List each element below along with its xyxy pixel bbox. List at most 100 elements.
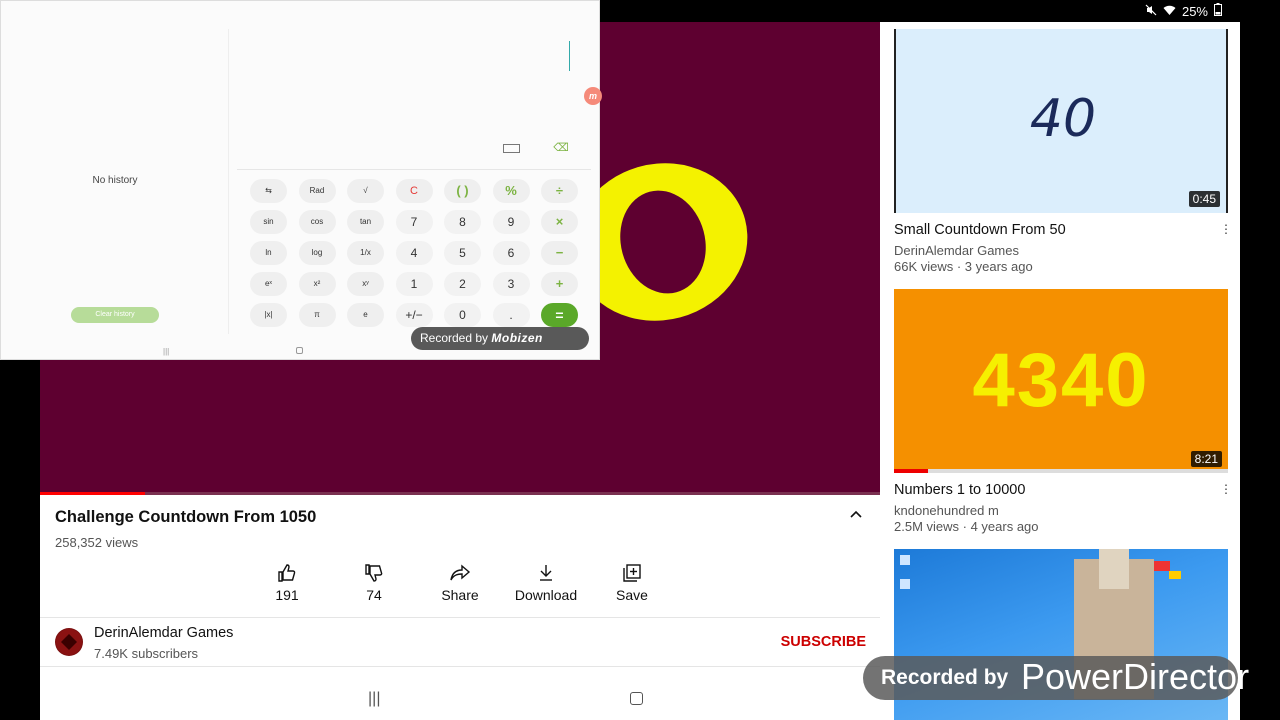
calculator-key[interactable]: +/−	[395, 303, 433, 327]
calculator-key[interactable]: ÷	[541, 179, 578, 203]
minecraft-tower	[1099, 549, 1129, 589]
related-video-card[interactable]: 4340 8:21 Numbers 1 to 10000 ⋮ kndonehun…	[894, 289, 1232, 534]
ruler-icon[interactable]	[503, 144, 520, 153]
mobizen-watermark: Recorded by Mobizen	[411, 327, 589, 350]
add-to-playlist-icon	[623, 564, 641, 582]
calculator-key[interactable]: cos	[298, 210, 336, 234]
video-title[interactable]: Small Countdown From 50	[894, 222, 1066, 238]
video-title[interactable]: Numbers 1 to 10000	[894, 482, 1025, 498]
save-button[interactable]: Save	[587, 559, 677, 603]
calculator-divider	[237, 169, 591, 170]
calculator-key[interactable]: xʸ	[347, 272, 384, 296]
mobizen-watermark-prefix: Recorded by	[420, 331, 489, 345]
calculator-key[interactable]: Rad	[298, 179, 336, 203]
mobizen-badge-icon[interactable]: m	[584, 87, 602, 105]
calculator-key[interactable]: 8	[444, 210, 481, 234]
calculator-key[interactable]: ln	[250, 241, 287, 265]
calculator-key[interactable]: x²	[298, 272, 336, 296]
video-thumbnail[interactable]: 40 0:45	[894, 29, 1228, 213]
chevron-up-icon[interactable]	[850, 507, 862, 521]
calculator-key[interactable]: 7	[395, 210, 433, 234]
related-videos: 40 0:45 Small Countdown From 50 ⋮ DerinA…	[880, 22, 1240, 720]
calculator-window: No history Clear history m ⌫ ⇆ Rad √ C ( )% ÷…	[0, 0, 602, 360]
more-options-icon[interactable]: ⋮	[1220, 222, 1232, 236]
calculator-key[interactable]: π	[298, 303, 336, 327]
wifi-icon	[1163, 4, 1176, 19]
calculator-key[interactable]: 4	[395, 241, 433, 265]
calculator-key[interactable]: |x|	[250, 303, 287, 327]
home-icon[interactable]	[296, 347, 303, 354]
video-channel: DerinAlemdar Games	[894, 243, 1019, 258]
powerdirector-watermark: Recorded by PowerDirector	[863, 656, 1249, 700]
battery-percent: 25%	[1181, 3, 1208, 19]
desktop-icon	[900, 555, 910, 565]
calculator-display-cursor	[569, 41, 570, 71]
video-meta: 2.5M views · 4 years ago	[894, 519, 1039, 534]
backspace-icon[interactable]: ⌫	[552, 143, 570, 154]
thumbnail-text: 40	[1029, 89, 1097, 149]
subscribe-button[interactable]: SUBSCRIBE	[781, 634, 866, 650]
calculator-key[interactable]: ( )	[444, 179, 481, 203]
related-video-card[interactable]: 40 0:45 Small Countdown From 50 ⋮ DerinA…	[894, 29, 1232, 274]
calculator-key[interactable]: 1	[395, 272, 433, 296]
calculator-key[interactable]: 3	[492, 272, 530, 296]
video-duration: 0:45	[1188, 191, 1220, 207]
calculator-key[interactable]: ⇆	[250, 179, 287, 203]
channel-avatar[interactable]	[55, 628, 83, 656]
calculator-key[interactable]: 1/x	[347, 241, 384, 265]
calculator-key[interactable]: 6	[492, 241, 530, 265]
video-actions: 191 74 Share Download Save	[240, 559, 680, 609]
video-meta: 66K views · 3 years ago	[894, 259, 1033, 274]
calculator-key[interactable]: eˣ	[250, 272, 287, 296]
mute-icon	[1145, 4, 1157, 19]
minecraft-flag	[1154, 561, 1170, 571]
calculator-key[interactable]: ×	[541, 210, 578, 234]
calculator-key[interactable]: 2	[444, 272, 481, 296]
calculator-key[interactable]: sin	[250, 210, 287, 234]
clear-history-button[interactable]: Clear history	[71, 307, 159, 323]
share-icon	[450, 564, 471, 581]
calculator-key[interactable]: C	[395, 179, 433, 203]
channel-name[interactable]: DerinAlemdar Games	[94, 625, 233, 641]
more-options-icon[interactable]: ⋮	[1220, 482, 1232, 496]
thumbnail-text: 4340	[972, 338, 1150, 423]
share-button[interactable]: Share	[415, 559, 505, 603]
minecraft-flag	[1169, 571, 1181, 579]
watched-progress	[894, 469, 1228, 473]
share-label: Share	[441, 587, 479, 603]
video-views: 258,352 views	[55, 535, 139, 550]
calculator-key[interactable]: log	[298, 241, 336, 265]
calculator-key[interactable]: e	[347, 303, 384, 327]
calculator-key[interactable]: .	[492, 303, 530, 327]
download-icon	[540, 565, 552, 581]
home-icon[interactable]	[630, 692, 643, 705]
system-nav-bar: |||	[40, 685, 880, 720]
recent-apps-icon[interactable]: |||	[368, 690, 380, 708]
divider	[40, 666, 880, 667]
calculator-key[interactable]: 9	[492, 210, 530, 234]
calculator-keypad: ⇆ Rad √ C ( )% ÷ sin cos tan 7 8 9 × ln log 1/x 4 5 6− eˣ x²…	[250, 179, 588, 327]
desktop-icon	[900, 579, 910, 589]
save-label: Save	[616, 587, 648, 603]
download-label: Download	[514, 587, 578, 603]
video-title: Challenge Countdown From 1050	[55, 508, 317, 526]
calculator-key[interactable]: −	[541, 241, 578, 265]
calculator-history-panel: No history	[1, 29, 229, 334]
calculator-key[interactable]: %	[492, 179, 530, 203]
like-button[interactable]: 191	[242, 559, 332, 603]
video-thumbnail[interactable]: 4340 8:21	[894, 289, 1228, 473]
battery-icon	[1214, 3, 1222, 19]
no-history-text: No history	[92, 175, 138, 186]
calculator-key[interactable]: 5	[444, 241, 481, 265]
calculator-key[interactable]: +	[541, 272, 578, 296]
like-count: 191	[275, 587, 299, 603]
calculator-key[interactable]: √	[347, 179, 384, 203]
dislike-count: 74	[366, 587, 382, 603]
mobizen-watermark-brand: Mobizen	[491, 331, 543, 345]
dislike-button[interactable]: 74	[329, 559, 419, 603]
calculator-key[interactable]: tan	[347, 210, 384, 234]
calculator-key[interactable]: =	[541, 303, 578, 327]
calculator-key[interactable]: 0	[444, 303, 481, 327]
recent-apps-icon[interactable]: |||	[163, 347, 169, 356]
download-button[interactable]: Download	[501, 559, 591, 603]
